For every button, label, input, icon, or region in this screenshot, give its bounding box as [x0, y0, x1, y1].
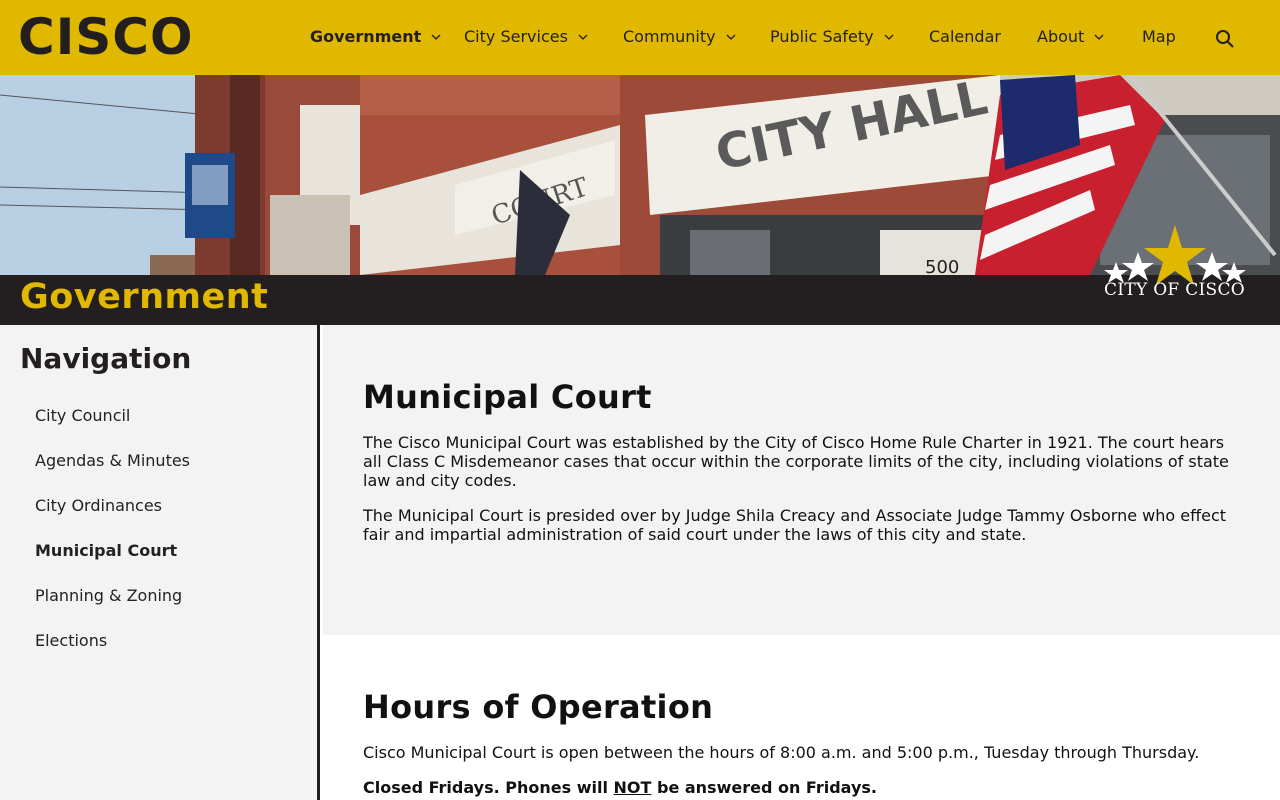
nav-calendar[interactable]: Calendar: [929, 27, 1001, 46]
nav-public-safety[interactable]: Public Safety: [770, 27, 894, 46]
nav-label: Government: [310, 27, 422, 46]
sidebar-item-planning-zoning[interactable]: Planning & Zoning: [35, 586, 182, 605]
closed-notice-suffix: be answered on Fridays.: [651, 778, 877, 797]
chevron-down-icon: [1094, 34, 1104, 40]
search-icon[interactable]: [1215, 29, 1235, 49]
sidebar-item-elections[interactable]: Elections: [35, 631, 107, 650]
nav-label: Map: [1142, 27, 1176, 46]
nav-community[interactable]: Community: [623, 27, 736, 46]
page-title-bar: Government: [0, 225, 1280, 325]
closed-notice-prefix: Closed Fridays. Phones will: [363, 778, 614, 797]
chevron-down-icon: [726, 34, 736, 40]
sidebar-heading: Navigation: [20, 342, 192, 375]
sidebar-item-city-ordinances[interactable]: City Ordinances: [35, 496, 162, 515]
nav-city-services[interactable]: City Services: [464, 27, 588, 46]
nav-about[interactable]: About: [1037, 27, 1104, 46]
city-seal-label: CITY OF CISCO: [1104, 280, 1246, 300]
hero-image: COURT CITY HALL 500: [0, 75, 1280, 275]
closed-notice-not: NOT: [613, 778, 652, 797]
nav-map[interactable]: Map: [1142, 27, 1176, 46]
nav-label: Public Safety: [770, 27, 874, 46]
sidebar-item-agendas-minutes[interactable]: Agendas & Minutes: [35, 451, 190, 470]
court-description: The Cisco Municipal Court was establishe…: [363, 433, 1229, 490]
sidebar-navigation: Navigation City Council Agendas & Minute…: [0, 325, 320, 800]
nav-government[interactable]: Government: [310, 27, 441, 46]
hours-text: Cisco Municipal Court is open between th…: [363, 743, 1200, 762]
page-title: Government: [20, 277, 269, 317]
closed-notice: Closed Fridays. Phones will NOT be answe…: [363, 778, 1243, 797]
municipal-court-section: Municipal Court The Cisco Municipal Cour…: [323, 325, 1280, 635]
city-hall-photo: COURT CITY HALL 500: [0, 75, 1280, 275]
svg-text:500: 500: [925, 257, 959, 275]
top-header: CISCO Government City Services Community…: [0, 0, 1280, 75]
sidebar-item-city-council[interactable]: City Council: [35, 406, 130, 425]
chevron-down-icon: [431, 34, 441, 40]
section-title: Municipal Court: [363, 378, 652, 416]
nav-label: City Services: [464, 27, 568, 46]
chevron-down-icon: [884, 34, 894, 40]
court-judges: The Municipal Court is presided over by …: [363, 506, 1227, 544]
chevron-down-icon: [578, 34, 588, 40]
section-title: Hours of Operation: [363, 688, 714, 726]
sidebar-item-municipal-court[interactable]: Municipal Court: [35, 541, 177, 560]
nav-label: About: [1037, 27, 1085, 46]
nav-label: Calendar: [929, 27, 1001, 46]
site-logo[interactable]: CISCO: [18, 10, 194, 64]
city-seal-stars-icon: [1104, 225, 1246, 285]
hours-section: Hours of Operation Cisco Municipal Court…: [323, 635, 1280, 800]
nav-label: Community: [623, 27, 716, 46]
